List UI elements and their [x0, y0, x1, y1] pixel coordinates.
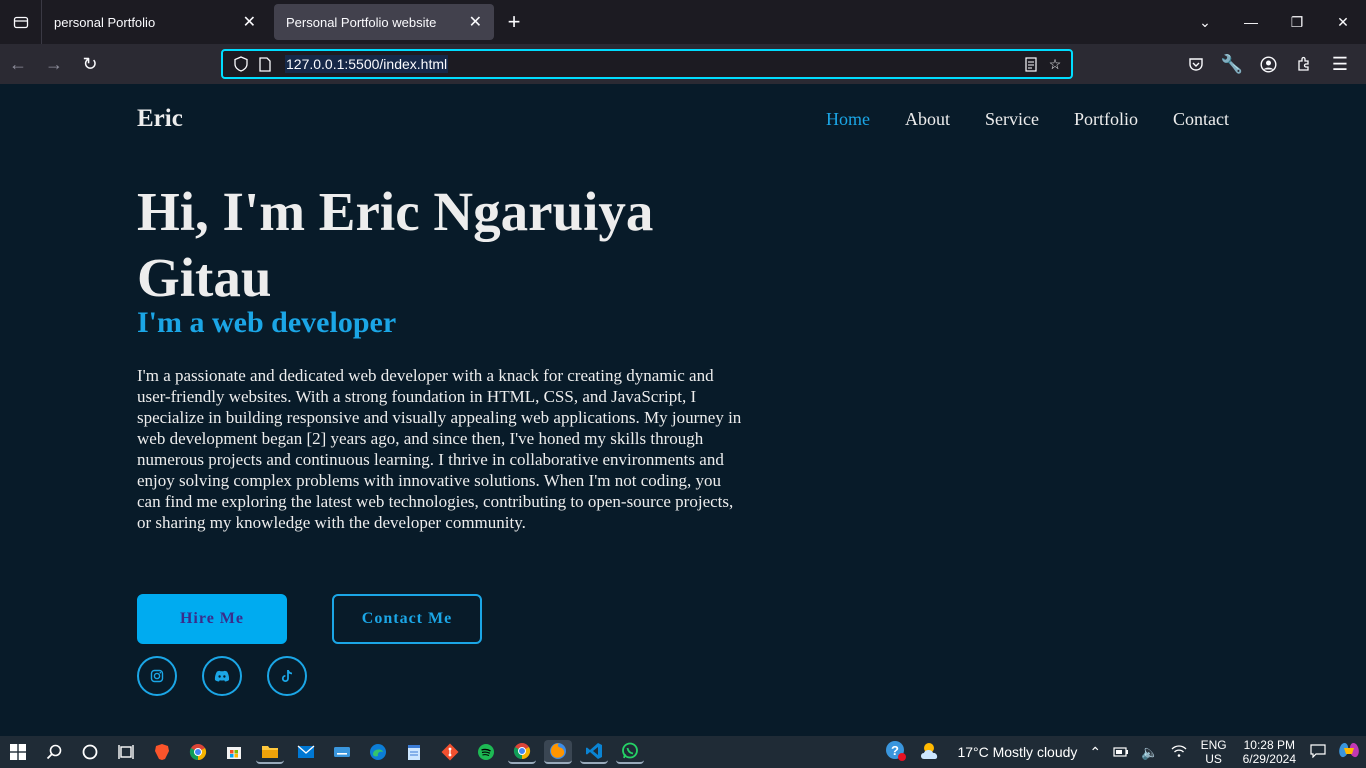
close-window-icon[interactable]: ✕ [1320, 0, 1366, 44]
contact-me-button[interactable]: Contact Me [332, 594, 482, 644]
reader-view-icon[interactable] [1019, 56, 1043, 72]
pocket-icon[interactable] [1178, 44, 1214, 84]
tab-list-icon[interactable] [0, 0, 42, 44]
cortana-icon[interactable] [72, 736, 108, 768]
account-icon[interactable] [1250, 44, 1286, 84]
battery-icon[interactable] [1113, 744, 1129, 760]
tab-portfolio-website[interactable]: Personal Portfolio website ✕ [274, 4, 494, 40]
reload-icon[interactable]: ↻ [72, 44, 108, 84]
url-text[interactable]: 127.0.0.1:5500/index.html [285, 55, 449, 73]
search-icon[interactable] [36, 736, 72, 768]
page-icon [253, 56, 277, 72]
svg-text:?: ? [891, 743, 899, 758]
portfolio-page: Eric Home About Service Portfolio Contac… [0, 84, 1366, 736]
chrome-icon[interactable] [508, 740, 536, 764]
tab-title: personal Portfolio [54, 14, 156, 30]
date: 6/29/2024 [1242, 752, 1296, 766]
notepad-icon[interactable] [400, 740, 428, 764]
weather-text[interactable]: 17°C Mostly cloudy [957, 744, 1077, 760]
tab-personal-portfolio[interactable]: personal Portfolio ✕ [42, 4, 268, 40]
spotify-icon[interactable] [472, 740, 500, 764]
mail-icon[interactable] [292, 740, 320, 764]
store-icon[interactable] [220, 740, 248, 764]
chevron-down-icon[interactable]: ⌄ [1182, 0, 1228, 44]
browser-toolbar: ← → ↻ 127.0.0.1:5500/index.html ☆ 🔧 ☰ [0, 44, 1366, 84]
nav-home[interactable]: Home [826, 109, 870, 130]
chrome-icon[interactable] [184, 740, 212, 764]
bookmark-star-icon[interactable]: ☆ [1043, 56, 1067, 73]
windows-start-icon[interactable] [0, 736, 36, 768]
close-icon[interactable]: ✕ [469, 12, 482, 32]
shield-icon[interactable] [229, 56, 253, 72]
vscode-icon[interactable] [580, 740, 608, 764]
time: 10:28 PM [1243, 738, 1295, 752]
hero-subtitle: I'm a web developer [137, 306, 397, 339]
weather-cloud-icon[interactable] [919, 741, 945, 764]
site-logo[interactable]: Eric [137, 105, 183, 133]
hero-title: Hi, I'm Eric Ngaruiya Gitau [137, 181, 654, 308]
discord-icon[interactable] [202, 656, 242, 696]
extensions-icon[interactable] [1286, 44, 1322, 84]
file-explorer-icon[interactable] [256, 740, 284, 764]
forward-icon[interactable]: → [36, 44, 72, 84]
menu-icon[interactable]: ☰ [1322, 44, 1358, 84]
clock[interactable]: 10:28 PM 6/29/2024 [1243, 738, 1296, 766]
whatsapp-icon[interactable] [616, 740, 644, 764]
social-links [137, 656, 307, 696]
nav-portfolio[interactable]: Portfolio [1074, 109, 1138, 130]
close-icon[interactable]: ✕ [243, 12, 256, 32]
hero-description: I'm a passionate and dedicated web devel… [137, 366, 742, 532]
instagram-icon[interactable] [137, 656, 177, 696]
keyboard-icon[interactable] [328, 740, 356, 764]
nav-service[interactable]: Service [985, 109, 1039, 130]
hire-me-button[interactable]: Hire Me [137, 594, 287, 644]
windows-taskbar: ? 17°C Mostly cloudy ⌃ 🔈 ENG US 10:28 PM… [0, 736, 1366, 768]
nav-contact[interactable]: Contact [1173, 109, 1229, 130]
language: ENG [1200, 738, 1227, 752]
copilot-icon[interactable] [1338, 741, 1360, 764]
back-icon[interactable]: ← [0, 44, 36, 84]
wrench-icon[interactable]: 🔧 [1214, 44, 1250, 84]
help-icon[interactable]: ? [885, 740, 907, 765]
language-indicator[interactable]: ENG US [1201, 738, 1227, 766]
browser-tab-bar: personal Portfolio ✕ Personal Portfolio … [0, 0, 1366, 44]
notifications-icon[interactable] [1310, 743, 1326, 761]
brave-icon[interactable] [148, 740, 176, 764]
git-icon[interactable] [436, 740, 464, 764]
task-view-icon[interactable] [108, 736, 144, 768]
restore-icon[interactable]: ❐ [1274, 0, 1320, 44]
volume-icon[interactable]: 🔈 [1141, 744, 1158, 761]
chevron-up-icon[interactable]: ⌃ [1089, 744, 1101, 761]
wifi-icon[interactable] [1171, 744, 1187, 761]
nav-about[interactable]: About [905, 109, 950, 130]
address-bar[interactable]: 127.0.0.1:5500/index.html ☆ [221, 49, 1073, 79]
region: US [1205, 752, 1222, 766]
edge-icon[interactable] [364, 740, 392, 764]
tab-title: Personal Portfolio website [286, 14, 437, 30]
firefox-icon[interactable] [544, 740, 572, 764]
minimize-icon[interactable]: — [1228, 0, 1274, 44]
site-nav: Home About Service Portfolio Contact [826, 109, 1229, 130]
tiktok-icon[interactable] [267, 656, 307, 696]
new-tab-button[interactable]: + [494, 0, 534, 44]
